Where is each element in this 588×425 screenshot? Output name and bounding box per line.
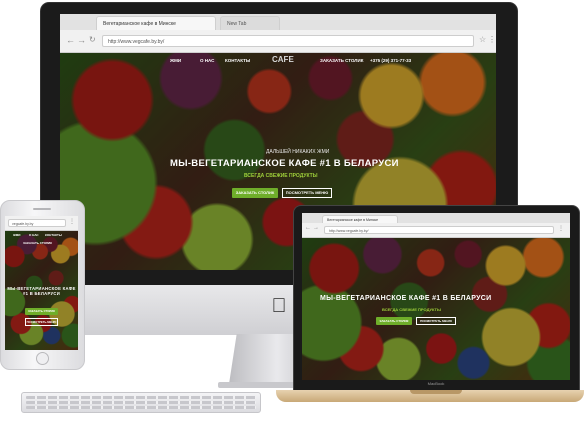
laptop-tab-active[interactable]: Вегетарианское кафе в Минске bbox=[322, 215, 398, 223]
imac-nav-cta[interactable]: ЗАКАЗАТЬ СТОЛИК bbox=[320, 58, 363, 63]
imac-book-table-button[interactable]: ЗАКАЗАТЬ СТОЛИК bbox=[232, 188, 278, 198]
back-arrow-icon[interactable]: ← bbox=[305, 225, 311, 231]
imac-nav-item[interactable]: О НАС bbox=[200, 58, 214, 63]
laptop-screen: Вегетарианское кафе в Минске ← → http://… bbox=[302, 213, 570, 380]
phone-nav-item[interactable]: ЖМИ bbox=[13, 233, 20, 237]
forward-arrow-icon[interactable]: → bbox=[77, 35, 86, 45]
phone-nav-item[interactable]: О НАС bbox=[29, 233, 39, 237]
laptop-view-menu-button[interactable]: ПОСМОТРЕТЬ МЕНЮ bbox=[416, 317, 456, 325]
imac-browser-chrome: Вегетарианское кафе в Минске New Tab ← →… bbox=[60, 14, 496, 53]
imac-site-logo[interactable]: CAFE bbox=[272, 55, 294, 64]
phone-hero-title: МЫ-ВЕГЕТАРИАНСКОЕ КАФЕ #1 В БЕЛАРУСИ bbox=[7, 286, 76, 296]
laptop-hero-title: МЫ-ВЕГЕТАРИАНСКОЕ КАФЕ #1 В БЕЛАРУСИ bbox=[320, 295, 492, 302]
laptop-hero-image: МЫ-ВЕГЕТАРИАНСКОЕ КАФЕ #1 В БЕЛАРУСИ ВСЕ… bbox=[302, 237, 570, 380]
phone-view-menu-button[interactable]: ПОСМОТРЕТЬ МЕНЮ bbox=[25, 318, 58, 326]
phone-book-table-button[interactable]: ЗАКАЗАТЬ СТОЛИК bbox=[25, 308, 58, 315]
menu-icon[interactable]: ⋮ bbox=[69, 218, 75, 225]
reload-icon[interactable]: ↻ bbox=[89, 35, 96, 44]
imac-nav-item[interactable]: ЖМИ bbox=[170, 58, 181, 63]
phone-browser-chrome: vegcafe.by.by ⋮ bbox=[5, 216, 78, 231]
menu-icon[interactable]: ⋮ bbox=[488, 35, 496, 44]
phone-url-input[interactable]: vegcafe.by.by bbox=[8, 219, 66, 227]
phone-nav-cta[interactable]: ЗАКАЗАТЬ СТОЛИК bbox=[23, 241, 52, 245]
laptop-tabbar: Вегетарианское кафе в Минске bbox=[302, 213, 570, 223]
imac-hero-subtitle: ДАЛЬШЕЙ НИКАКИХ ЖМИ bbox=[266, 149, 330, 155]
imac-tabbar: Вегетарианское кафе в Минске New Tab bbox=[60, 14, 496, 30]
imac-url-input[interactable]: http://www.vegcafe.by.by/ bbox=[102, 35, 474, 47]
laptop-book-table-button[interactable]: ЗАКАЗАТЬ СТОЛИК bbox=[376, 317, 412, 325]
menu-icon[interactable]: ⋮ bbox=[558, 225, 564, 232]
laptop-brand: MacBook bbox=[427, 381, 445, 386]
imac-hero-tagline: ВСЕГДА СВЕЖИЕ ПРОДУКТЫ bbox=[244, 173, 318, 179]
phone-hero-image: ЖМИ О НАС КОНТАКТЫ ЗАКАЗАТЬ СТОЛИК МЫ-ВЕ… bbox=[5, 230, 78, 350]
key-row bbox=[26, 406, 256, 409]
phone-speaker bbox=[33, 208, 51, 210]
laptop-url-input[interactable]: http://www.vegcafe.by.by/ bbox=[324, 226, 554, 234]
imac-tab-active[interactable]: Вегетарианское кафе в Минске bbox=[96, 16, 216, 30]
laptop-notch bbox=[410, 390, 462, 394]
laptop-browser-chrome: Вегетарианское кафе в Минске ← → http://… bbox=[302, 213, 570, 238]
imac-view-menu-button[interactable]: ПОСМОТРЕТЬ МЕНЮ bbox=[282, 188, 332, 198]
imac-nav-phone: +375 (29) 371-77-33 bbox=[370, 58, 412, 63]
back-arrow-icon[interactable]: ← bbox=[66, 35, 75, 45]
apple-logo-icon:  bbox=[270, 296, 288, 316]
star-icon[interactable]: ☆ bbox=[479, 35, 486, 44]
forward-arrow-icon[interactable]: → bbox=[313, 225, 319, 231]
phone-screen: vegcafe.by.by ⋮ ЖМИ О НАС КОНТАКТЫ ЗАКАЗ… bbox=[5, 216, 78, 350]
phone-nav-item[interactable]: КОНТАКТЫ bbox=[45, 233, 62, 237]
laptop-hero-tagline: ВСЕГДА СВЕЖИЕ ПРОДУКТЫ bbox=[382, 307, 441, 312]
keyboard bbox=[21, 392, 261, 413]
phone-home-button[interactable] bbox=[36, 352, 49, 365]
key-row bbox=[26, 401, 256, 404]
imac-tab-new[interactable]: New Tab bbox=[220, 16, 280, 30]
imac-hero-title: МЫ-ВЕГЕТАРИАНСКОЕ КАФЕ #1 В БЕЛАРУСИ bbox=[170, 158, 399, 169]
imac-nav-item[interactable]: КОНТАКТЫ bbox=[225, 58, 250, 63]
key-row bbox=[26, 396, 256, 399]
